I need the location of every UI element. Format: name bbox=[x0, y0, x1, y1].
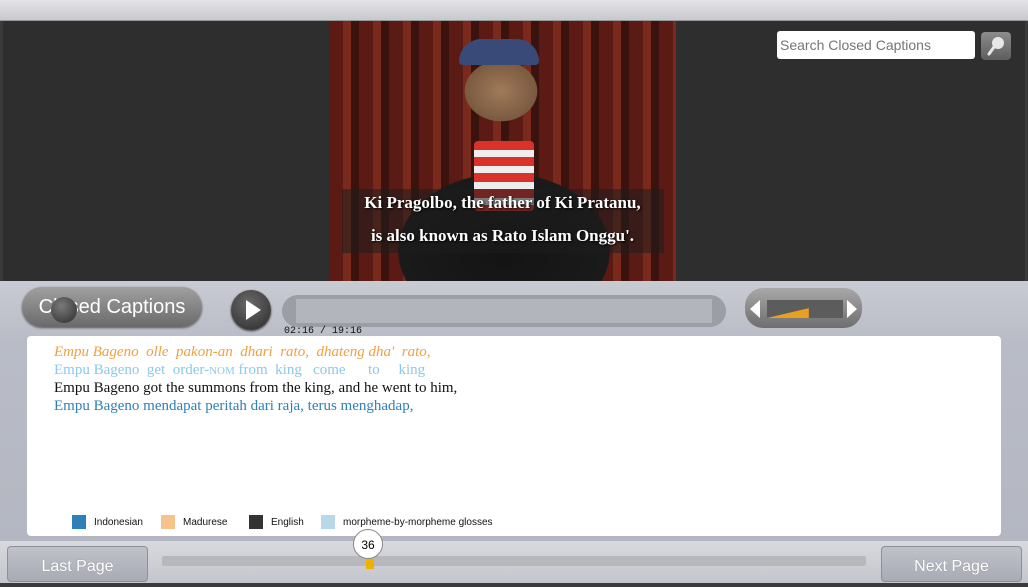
transcript-madurese-line: Empu Bageno olle pakon-an dhari rato, dh… bbox=[54, 344, 431, 360]
player-controls: Closed Captions 02:16 / 19:16 Empu Bagen… bbox=[0, 281, 1028, 583]
gloss-prefix: Empu Bageno get order- bbox=[54, 362, 210, 378]
legend-label: morpheme-by-morpheme glosses bbox=[343, 517, 493, 528]
gloss-nom: NOM bbox=[209, 365, 235, 377]
seek-track-inner bbox=[296, 299, 712, 323]
legend-swatch bbox=[321, 515, 335, 529]
search-button[interactable] bbox=[981, 32, 1011, 60]
legend-swatch bbox=[161, 515, 175, 529]
legend-label: English bbox=[271, 517, 304, 528]
last-page-button[interactable]: Last Page bbox=[7, 546, 148, 582]
volume-up-icon[interactable] bbox=[847, 300, 857, 318]
subtitle-line-1: Ki Pragolbo, the father of Ki Pratanu, bbox=[364, 193, 641, 212]
video-frame[interactable]: Ki Pragolbo, the father of Ki Pratanu, i… bbox=[329, 21, 676, 281]
page-slider-handle[interactable] bbox=[366, 559, 374, 569]
current-page-indicator: 36 bbox=[353, 529, 383, 559]
transcript-indonesian-line: Empu Bageno mendapat peritah dari raja, … bbox=[54, 398, 414, 414]
seek-bar[interactable] bbox=[282, 295, 726, 327]
legend-swatch bbox=[249, 515, 263, 529]
volume-down-icon[interactable] bbox=[750, 300, 760, 318]
video-content-hat bbox=[459, 39, 539, 65]
legend-label: Madurese bbox=[183, 517, 228, 528]
top-bar bbox=[0, 0, 1028, 21]
transcript-gloss-line: Empu Bageno get order-NOM from king come… bbox=[54, 362, 425, 379]
video-area: Ki Pragolbo, the father of Ki Pratanu, i… bbox=[3, 21, 1025, 281]
page-slider-track[interactable] bbox=[162, 556, 866, 566]
closed-captions-button[interactable]: Closed Captions bbox=[22, 287, 202, 327]
volume-control[interactable] bbox=[745, 288, 862, 328]
seek-handle[interactable] bbox=[51, 297, 77, 323]
legend-swatch bbox=[72, 515, 86, 529]
transcript-panel: Empu Bageno olle pakon-an dhari rato, dh… bbox=[27, 336, 1001, 536]
volume-level-icon bbox=[767, 300, 843, 318]
legend-label: Indonesian bbox=[94, 517, 143, 528]
pagination-bar: Last Page 36 Next Page bbox=[0, 529, 1028, 583]
next-page-button[interactable]: Next Page bbox=[881, 546, 1022, 582]
search-icon bbox=[987, 37, 1004, 56]
volume-level-bar[interactable] bbox=[767, 300, 843, 318]
subtitle-line-2: is also known as Rato Islam Onggu'. bbox=[370, 226, 635, 245]
play-button[interactable] bbox=[231, 290, 271, 330]
search-closed-captions-input[interactable] bbox=[777, 31, 975, 59]
gloss-suffix: from king come to king bbox=[234, 362, 426, 378]
transcript-english-line: Empu Bageno got the summons from the kin… bbox=[54, 380, 458, 396]
